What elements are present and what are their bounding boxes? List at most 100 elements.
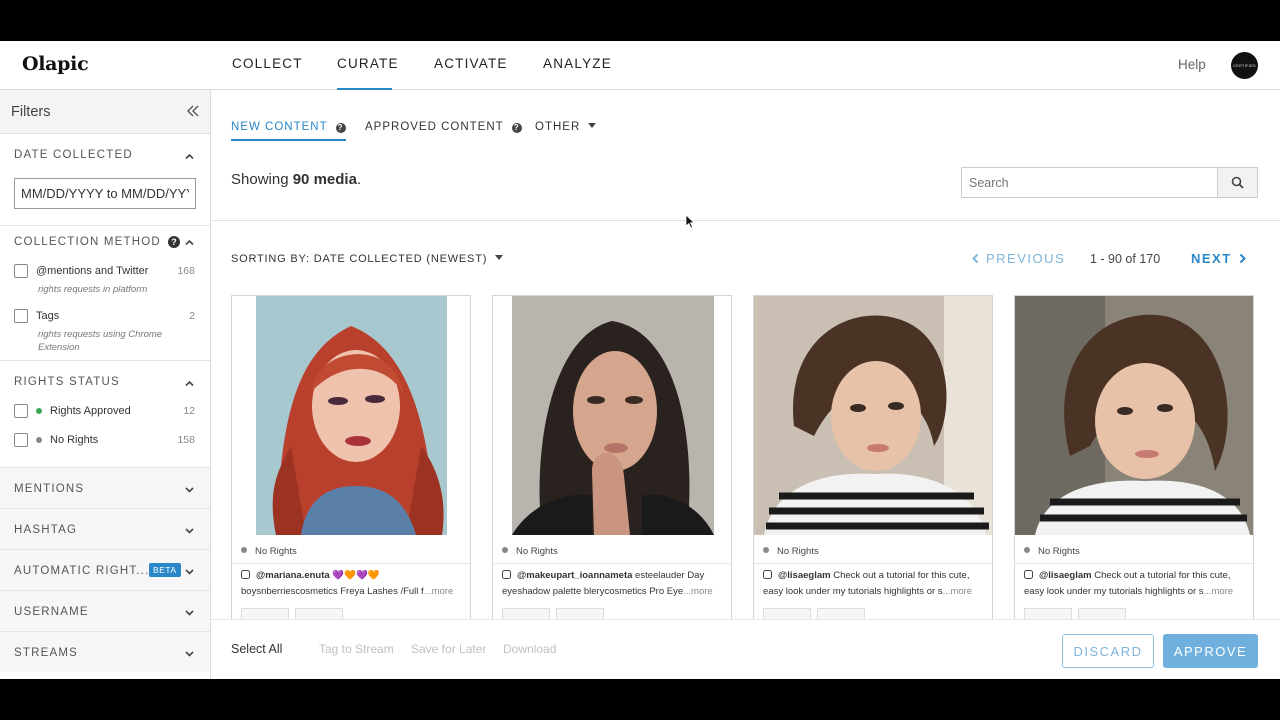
- download-button[interactable]: Download: [503, 642, 556, 656]
- chevron-down-icon: [185, 569, 194, 575]
- help-icon[interactable]: ?: [335, 123, 346, 133]
- discard-button[interactable]: DISCARD: [1062, 634, 1154, 668]
- rights-status: No Rights: [763, 546, 819, 557]
- chevron-up-icon[interactable]: [184, 151, 195, 162]
- no-rights-checkbox[interactable]: [14, 433, 28, 447]
- nav-curate[interactable]: CURATE: [337, 56, 398, 90]
- section-title: USERNAME: [14, 606, 89, 618]
- option-count: 2: [189, 310, 195, 322]
- olapic-logo[interactable]: Olapic: [22, 53, 89, 75]
- chevron-up-icon[interactable]: [184, 378, 195, 389]
- media-caption: @mariana.enuta 💜🧡💜🧡 boysnberriescosmetics…: [241, 568, 467, 600]
- option-sub-label: rights requests in platform: [38, 284, 148, 295]
- media-card[interactable]: No Rights @lisaeglam Check out a tutoria…: [1014, 295, 1254, 625]
- status-dot-gray: [1024, 547, 1030, 553]
- nav-analyze[interactable]: ANALYZE: [543, 56, 612, 90]
- chevron-down-icon: [185, 610, 194, 616]
- chevron-down-icon: [185, 651, 194, 657]
- media-caption: @makeupart_ioannameta esteelauder Day ey…: [502, 568, 728, 600]
- divider: [232, 563, 470, 564]
- chevron-down-icon: [185, 528, 194, 534]
- collapse-sidebar-icon[interactable]: [186, 104, 200, 118]
- sort-dropdown[interactable]: SORTING BY: DATE COLLECTED (NEWEST): [231, 253, 504, 265]
- tags-checkbox[interactable]: [14, 309, 28, 323]
- more-link[interactable]: ...more: [424, 586, 454, 597]
- section-automatic-rights[interactable]: AUTOMATIC RIGHT... BETA: [0, 549, 210, 590]
- nav-collect[interactable]: COLLECT: [232, 56, 303, 90]
- option-label: Tags: [36, 310, 60, 322]
- section-title: AUTOMATIC RIGHT...: [14, 565, 150, 577]
- option-label: Rights Approved: [50, 405, 131, 417]
- filters-sidebar: Filters DATE COLLECTED COLLECTION METHOD…: [0, 90, 211, 679]
- showing-suffix: .: [356, 171, 362, 188]
- bulk-action-bar: Select All Tag to Stream Save for Later …: [211, 619, 1280, 679]
- search-button[interactable]: [1218, 167, 1258, 198]
- more-link[interactable]: ...more: [1204, 586, 1234, 597]
- previous-page-button[interactable]: PREVIOUS: [971, 251, 1065, 266]
- divider: [0, 225, 210, 226]
- option-sub-label: rights requests using Chrome Extension: [38, 329, 163, 353]
- account-avatar[interactable]: CERTIFIED: [1231, 52, 1258, 79]
- media-card[interactable]: No Rights @makeupart_ioannameta esteelau…: [492, 295, 732, 625]
- help-icon[interactable]: ?: [168, 236, 180, 248]
- olapic-app: Olapic COLLECT CURATE ACTIVATE ANALYZE H…: [0, 41, 1280, 679]
- divider: [493, 563, 731, 564]
- username[interactable]: @mariana.enuta: [256, 570, 330, 581]
- media-card[interactable]: No Rights @lisaeglam Check out a tutoria…: [753, 295, 993, 625]
- date-range-input[interactable]: [14, 178, 196, 209]
- rights-approved-checkbox[interactable]: [14, 404, 28, 418]
- search-input[interactable]: [961, 167, 1218, 198]
- help-link[interactable]: Help: [1178, 57, 1206, 72]
- showing-prefix: Showing: [231, 171, 293, 188]
- section-streams[interactable]: STREAMS: [0, 631, 210, 672]
- username[interactable]: @lisaeglam: [1039, 570, 1092, 581]
- section-username[interactable]: USERNAME: [0, 590, 210, 631]
- save-for-later-button[interactable]: Save for Later: [411, 642, 486, 656]
- select-all-button[interactable]: Select All: [231, 642, 282, 656]
- option-label: No Rights: [50, 434, 99, 446]
- nav-activate[interactable]: ACTIVATE: [434, 56, 508, 90]
- chevron-down-icon: [185, 487, 194, 493]
- sort-label: SORTING BY: DATE COLLECTED (NEWEST): [231, 253, 488, 265]
- instagram-icon: [763, 570, 772, 579]
- instagram-icon: [502, 570, 511, 579]
- tab-approved-content[interactable]: APPROVED CONTENT?: [365, 121, 522, 133]
- tab-other[interactable]: OTHER: [535, 121, 597, 133]
- chevron-up-icon[interactable]: [184, 237, 195, 248]
- status-dot-gray: [763, 547, 769, 553]
- section-mentions[interactable]: MENTIONS: [0, 467, 210, 508]
- filters-header: Filters: [0, 90, 210, 134]
- media-count: 90 media: [292, 171, 357, 188]
- caption-emoji: 💜🧡💜🧡: [332, 570, 380, 581]
- tab-label: NEW CONTENT: [231, 121, 328, 133]
- media-photo[interactable]: [1015, 296, 1253, 535]
- approve-button[interactable]: APPROVE: [1163, 634, 1258, 668]
- media-photo[interactable]: [256, 296, 447, 535]
- caption-text: boysnberriescosmetics Freya Lashes /Full…: [241, 586, 424, 597]
- caret-down-icon: [495, 255, 504, 260]
- username[interactable]: @makeupart_ioannameta: [517, 570, 632, 581]
- more-link[interactable]: ...more: [683, 586, 713, 597]
- option-count: 158: [177, 434, 195, 446]
- username[interactable]: @lisaeglam: [778, 570, 831, 581]
- option-label: @mentions and Twitter: [36, 265, 149, 277]
- media-card[interactable]: No Rights @mariana.enuta 💜🧡💜🧡 boysnberrie…: [231, 295, 471, 625]
- beta-badge: BETA: [149, 563, 181, 577]
- tab-label: OTHER: [535, 121, 581, 133]
- help-icon[interactable]: ?: [511, 123, 522, 133]
- rights-status-title: RIGHTS STATUS: [14, 376, 120, 388]
- media-photo[interactable]: [512, 296, 714, 535]
- more-link[interactable]: ...more: [943, 586, 973, 597]
- tag-to-stream-button[interactable]: Tag to Stream: [319, 642, 394, 656]
- tab-new-content[interactable]: NEW CONTENT?: [231, 121, 346, 141]
- mouse-cursor-icon: [685, 214, 695, 229]
- option-count: 168: [177, 265, 195, 277]
- section-hashtag[interactable]: HASHTAG: [0, 508, 210, 549]
- divider: [1015, 563, 1253, 564]
- mentions-twitter-checkbox[interactable]: [14, 264, 28, 278]
- next-page-button[interactable]: NEXT: [1191, 251, 1247, 266]
- media-photo[interactable]: [754, 296, 992, 535]
- chevron-left-icon: [972, 253, 979, 264]
- rights-status: No Rights: [241, 546, 297, 557]
- media-caption: @lisaeglam Check out a tutorial for this…: [1024, 568, 1250, 600]
